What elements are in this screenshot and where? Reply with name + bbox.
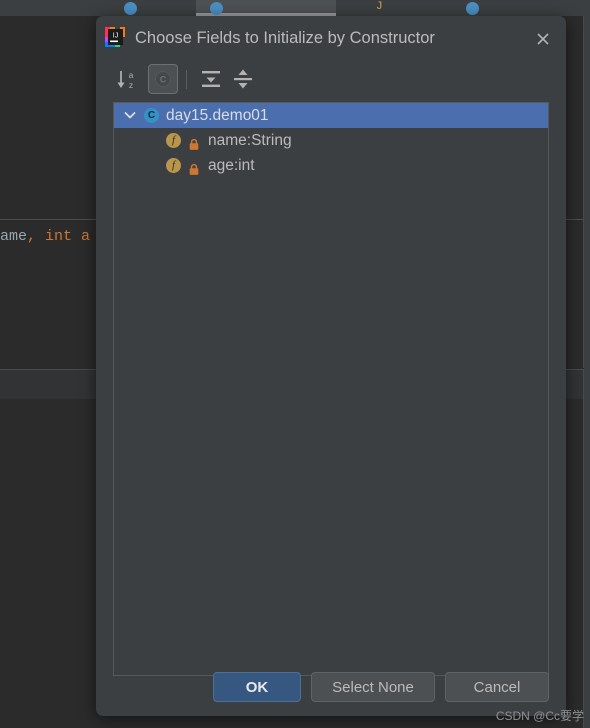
code-identifier-tail: a bbox=[72, 228, 91, 245]
right-gutter bbox=[584, 16, 590, 728]
private-lock-icon bbox=[188, 134, 200, 150]
class-icon: C bbox=[144, 108, 159, 123]
class-filter-icon[interactable]: C bbox=[148, 64, 178, 94]
tree-node-field-name[interactable]: f name:String bbox=[114, 128, 548, 153]
tree-node-field-age[interactable]: f age:int bbox=[114, 153, 548, 178]
editor-tab-4[interactable]: J bbox=[362, 0, 452, 16]
tree-node-label: name:String bbox=[208, 132, 292, 149]
dialog-toolbar: a z C bbox=[110, 64, 552, 100]
java-file-icon: J bbox=[376, 1, 383, 13]
chevron-down-icon[interactable] bbox=[122, 103, 138, 128]
private-lock-icon bbox=[188, 159, 200, 175]
expand-all-icon[interactable] bbox=[196, 64, 226, 94]
toolbar-separator bbox=[186, 70, 187, 89]
select-none-button[interactable]: Select None bbox=[311, 672, 435, 702]
field-icon: f bbox=[166, 158, 181, 173]
editor-tab-1[interactable] bbox=[110, 0, 196, 16]
editor-tab-3[interactable] bbox=[196, 0, 336, 16]
intellij-idea-logo-icon: IJ bbox=[104, 26, 126, 48]
watermark: CSDN @Cc要学 bbox=[495, 709, 584, 723]
choose-fields-dialog: IJ Choose Fields to Initialize by Constr… bbox=[96, 16, 566, 716]
tree-node-label: day15.demo01 bbox=[166, 107, 269, 124]
svg-text:IJ: IJ bbox=[113, 33, 118, 40]
java-class-icon bbox=[124, 2, 137, 15]
java-class-icon bbox=[210, 2, 223, 15]
field-icon: f bbox=[166, 133, 181, 148]
code-keyword: int bbox=[45, 228, 73, 245]
ok-button[interactable]: OK bbox=[213, 672, 301, 702]
tree-node-class[interactable]: Cday15.demo01 bbox=[114, 103, 548, 128]
svg-text:C: C bbox=[160, 75, 167, 85]
code-punctuation: , bbox=[27, 228, 46, 245]
dialog-title-bar: IJ Choose Fields to Initialize by Constr… bbox=[96, 16, 566, 60]
editor-tab-5[interactable] bbox=[452, 0, 532, 16]
svg-text:a: a bbox=[129, 70, 134, 80]
code-line: ame, int a bbox=[0, 227, 90, 247]
java-class-icon bbox=[466, 2, 479, 15]
cancel-button[interactable]: Cancel bbox=[445, 672, 549, 702]
code-identifier: ame bbox=[0, 228, 28, 245]
fields-tree[interactable]: Cday15.demo01 f name:String f age:int bbox=[113, 102, 549, 676]
editor-tab-bar: JJ bbox=[0, 0, 590, 16]
collapse-all-icon[interactable] bbox=[228, 64, 258, 94]
close-icon[interactable] bbox=[530, 26, 556, 52]
tree-node-label: age:int bbox=[208, 157, 255, 174]
svg-text:z: z bbox=[129, 80, 133, 90]
sort-alphabetically-icon[interactable]: a z bbox=[112, 64, 142, 94]
dialog-title: Choose Fields to Initialize by Construct… bbox=[135, 29, 435, 47]
